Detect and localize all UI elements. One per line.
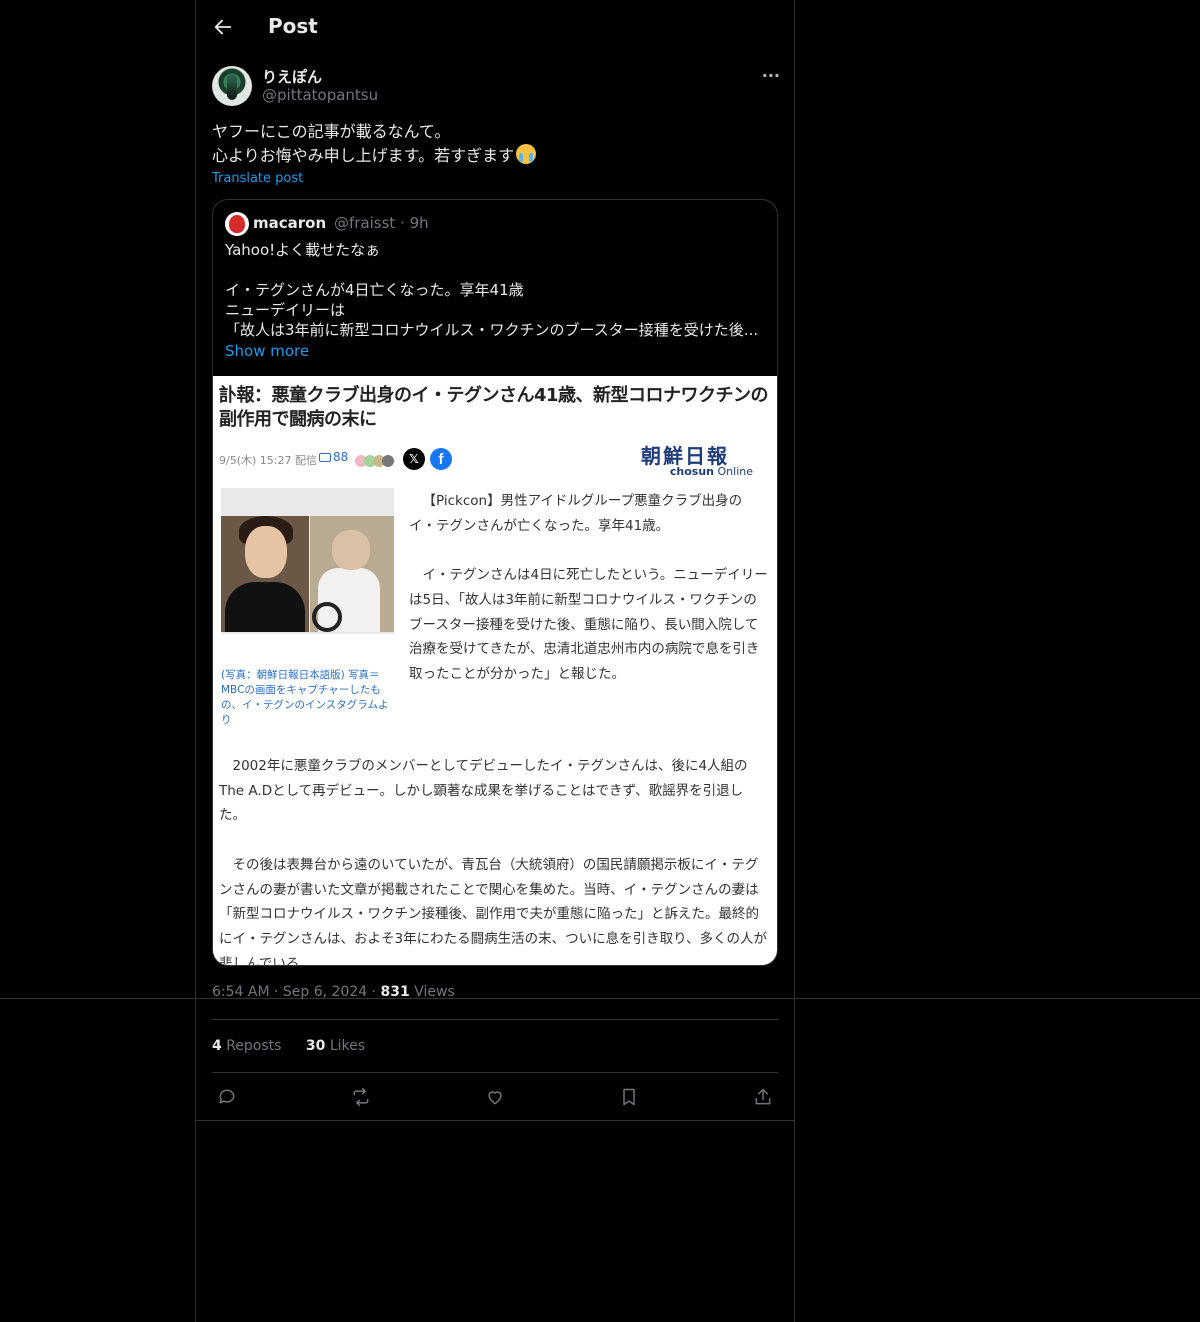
bookmark-icon[interactable] (614, 1084, 644, 1110)
reposts-label: Reposts (226, 1038, 282, 1054)
reaction-icon (382, 455, 394, 467)
photo-head (332, 530, 370, 570)
top-bar: Post (196, 0, 794, 54)
logo-english-bold: chosun (669, 465, 715, 478)
quote-line: イ・テグンさんが4日亡くなった。享年41歳 (225, 281, 524, 299)
likes-label: Likes (329, 1038, 366, 1054)
photo-caption: (写真：朝鮮日報日本語版) 写真＝MBCの画面をキャプチャーしたもの、イ・テグン… (221, 669, 389, 726)
likes-stat[interactable]: 30 Likes (306, 1038, 365, 1054)
facebook-share-icon: f (430, 448, 452, 470)
reply-icon[interactable] (212, 1084, 242, 1110)
quote-author-handle: @fraisst (334, 214, 396, 232)
page-title: Post (268, 14, 318, 38)
reposts-stat[interactable]: 4 Reposts (212, 1038, 281, 1054)
more-options-icon[interactable]: ··· (762, 66, 780, 85)
article-comments: 88 (319, 450, 348, 464)
article-lead: 【Pickcon】男性アイドルグループ悪童クラブ出身のイ・テグンさんが亡くなった… (409, 489, 769, 711)
post-meta: 6:54 AM · Sep 6, 2024 · 831 Views (212, 984, 455, 1000)
article-body: 2002年に悪童クラブのメンバーとしてデビューしたイ・テグンさんは、後に4人組の… (219, 754, 769, 966)
article-comment-count: 88 (333, 450, 349, 464)
post-body-line: ヤフーにこの記事が載るなんて。 (212, 122, 451, 141)
action-bar (212, 1084, 780, 1112)
quote-author-name: macaron (253, 214, 327, 232)
article-paragraph: 2002年に悪童クラブのメンバーとしてデビューしたイ・テグンさんは、後に4人組の… (219, 758, 748, 824)
post-body: ヤフーにこの記事が載るなんて。 心よりお悔やみ申し上げます。若すぎます (212, 120, 780, 168)
share-icon[interactable] (748, 1084, 778, 1110)
quote-line: ニューデイリーは (225, 301, 346, 319)
quote-age: 9h (409, 214, 429, 232)
article-paragraph: その後は表舞台から遠のいていたが、青瓦台（大統領府）の国民請願掲示板にイ・テグン… (219, 856, 768, 966)
likes-count: 30 (305, 1038, 326, 1054)
back-arrow-icon[interactable] (212, 16, 234, 38)
quote-author-meta: @fraisst · 9h (334, 214, 429, 232)
photo-right (310, 516, 394, 632)
post-time[interactable]: 6:54 AM (212, 984, 270, 1000)
article-screenshot[interactable]: 訃報：悪童クラブ出身のイ・テグンさん41歳、新型コロナワクチンの副作用で闘病の末… (213, 376, 777, 966)
quote-line: 「故人は3年前に新型コロナウイルス・ワクチンのブースター接種を受けた後... (225, 321, 759, 339)
article-photo (221, 488, 394, 634)
photo-left (221, 516, 309, 632)
post-date[interactable]: Sep 6, 2024 (283, 984, 367, 1000)
author-name[interactable]: りえぽん (262, 66, 322, 87)
post-body-line-2: 心よりお悔やみ申し上げます。若すぎます (212, 144, 780, 168)
photo-suit (225, 582, 305, 632)
translate-post-link[interactable]: Translate post (212, 171, 303, 186)
comment-icon (319, 453, 331, 462)
quote-line: Yahoo!よく載せたなぁ (225, 241, 381, 259)
like-icon[interactable] (480, 1084, 510, 1110)
views-label: Views (414, 984, 455, 1000)
divider (212, 1072, 778, 1073)
divider (196, 1120, 794, 1121)
avatar[interactable] (212, 66, 252, 106)
photo-wheel (312, 602, 342, 632)
quote-avatar (225, 212, 249, 236)
author-handle[interactable]: @pittatopantsu (262, 86, 378, 104)
chosun-logo: 朝鮮日報 chosun Online (641, 440, 753, 478)
divider (212, 1019, 778, 1020)
post-body-text: 心よりお悔やみ申し上げます。若すぎます (212, 146, 515, 165)
quote-line (225, 260, 765, 280)
engagement-stats: 4 Reposts 30 Likes (212, 1038, 385, 1054)
photo-face (245, 526, 287, 578)
show-more-link[interactable]: Show more (225, 342, 309, 360)
repost-icon[interactable] (346, 1084, 376, 1110)
article-paragraph: 【Pickcon】男性アイドルグループ悪童クラブ出身のイ・テグンさんが亡くなった… (409, 493, 743, 534)
crying-face-icon (516, 144, 537, 164)
post-column: Post りえぽん @pittatopantsu ··· ヤフーにこの記事が載る… (195, 0, 795, 1322)
article-date: 9/5(木) 15:27 配信 (219, 454, 317, 467)
post-author: りえぽん @pittatopantsu ··· (212, 64, 780, 108)
reaction-icons (355, 452, 394, 471)
quote-text: Yahoo!よく載せたなぁ イ・テグンさんが4日亡くなった。享年41歳 ニューデ… (225, 240, 765, 340)
logo-english-suffix: Online (717, 465, 753, 478)
x-share-icon: 𝕏 (403, 448, 425, 470)
article-headline: 訃報：悪童クラブ出身のイ・テグンさん41歳、新型コロナワクチンの副作用で闘病の末… (219, 385, 769, 430)
views-count: 831 (380, 984, 410, 1000)
quoted-post[interactable]: macaron @fraisst · 9h Yahoo!よく載せたなぁ イ・テグ… (212, 199, 778, 966)
reposts-count: 4 (212, 1038, 222, 1054)
article-paragraph: イ・テグンさんは4日に死亡したという。ニューデイリーは5日、「故人は3年前に新型… (409, 567, 768, 682)
